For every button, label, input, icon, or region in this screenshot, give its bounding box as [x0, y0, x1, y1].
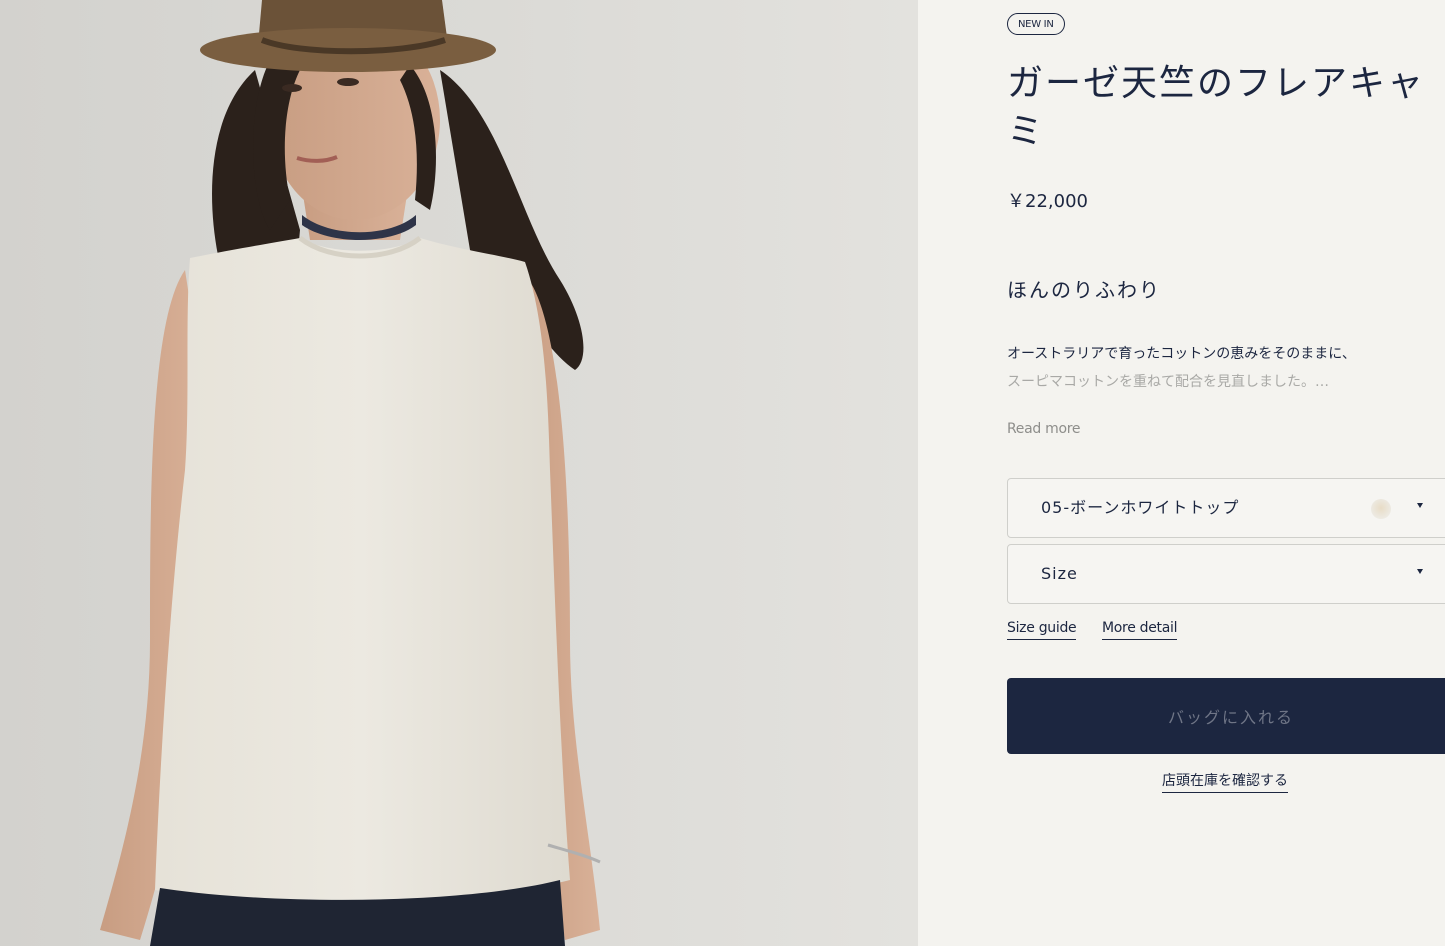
add-to-bag-button[interactable]: バッグに入れる: [1007, 678, 1445, 754]
product-tagline: ほんのりふわり: [1007, 278, 1161, 302]
chevron-down-icon: [1417, 569, 1423, 574]
description-line-1: オーストラリアで育ったコットンの恵みをそのままに、: [1007, 346, 1356, 362]
check-store-stock-link[interactable]: 店頭在庫を確認する: [1162, 771, 1288, 793]
color-swatch-thumbnail: [1371, 499, 1391, 519]
product-photo: [0, 0, 918, 946]
read-more-link[interactable]: Read more: [1007, 419, 1081, 439]
description-line-2: スーピマコットンを重ねて配合を見直しました。…: [1007, 374, 1329, 390]
product-info-panel: NEW IN ガーゼ天竺のフレアキャミ ￥22,000 ほんのりふわり オースト…: [918, 0, 1445, 946]
color-select-value: 05-ボーンホワイトトップ: [1041, 498, 1240, 517]
new-in-badge: NEW IN: [1007, 13, 1065, 35]
product-price: ￥22,000: [1007, 191, 1088, 212]
model-wearing-camisole-image: [0, 0, 918, 946]
size-select-placeholder: Size: [1041, 564, 1078, 583]
chevron-down-icon: [1417, 503, 1423, 508]
product-title: ガーゼ天竺のフレアキャミ: [1007, 63, 1426, 152]
size-select[interactable]: Size: [1007, 544, 1445, 604]
size-guide-link[interactable]: Size guide: [1007, 618, 1077, 640]
color-select[interactable]: 05-ボーンホワイトトップ: [1007, 478, 1445, 538]
more-detail-link[interactable]: More detail: [1102, 618, 1178, 640]
